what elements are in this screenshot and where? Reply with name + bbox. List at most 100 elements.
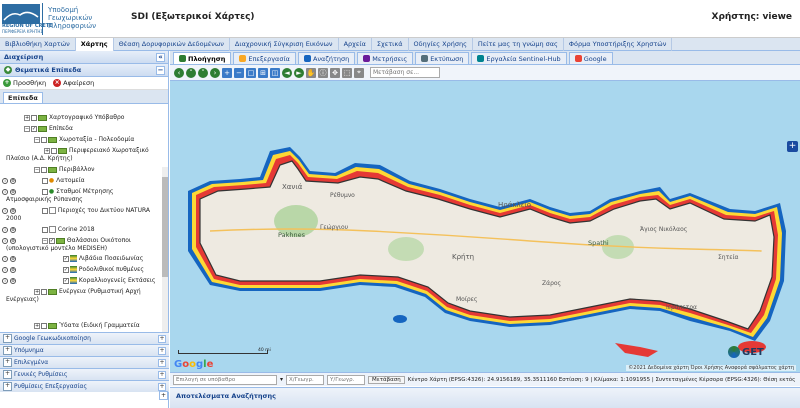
- layer-checkbox[interactable]: [31, 114, 37, 121]
- dropdown-arrow-icon[interactable]: ▾: [280, 376, 283, 383]
- info-icon[interactable]: i: [2, 226, 8, 233]
- tree-node-environment[interactable]: − Περιβάλλον: [34, 166, 95, 173]
- layer-checkbox[interactable]: ✓: [62, 277, 69, 284]
- scroll-thumb[interactable]: [162, 177, 168, 277]
- expand-section-button[interactable]: +: [158, 347, 166, 355]
- layer-checkbox[interactable]: ✓: [62, 266, 69, 273]
- tree-node-basemaps[interactable]: + Χαρτογραφικό Υπόβαθρο: [24, 114, 124, 121]
- expand-icon[interactable]: +: [44, 147, 50, 154]
- tree-node-coralligenous[interactable]: i ⚙ ✓ Κοραλλιογενείς Εκτάσεις: [2, 277, 155, 284]
- menu-item[interactable]: Βιβλιοθήκη Χαρτών: [0, 38, 76, 51]
- layer-checkbox[interactable]: [41, 177, 48, 184]
- settings-icon[interactable]: ⚙: [10, 177, 16, 184]
- crete-map-svg[interactable]: Χανιά Pakhnes Ρέθυμνο Ηράκλειο Γεώργιου …: [170, 81, 800, 372]
- tree-node-stations[interactable]: i ⚙ ● Σταθμοί Μέτρησης: [2, 188, 113, 195]
- tree-node-quarries[interactable]: i ⚙ ● Λατομεία: [2, 177, 85, 184]
- map-tab[interactable]: Πλοήγηση: [173, 52, 232, 64]
- layer-checkbox[interactable]: [41, 288, 47, 295]
- accordion-section[interactable]: Υπόμνημα +: [0, 344, 169, 356]
- accordion-section[interactable]: Google Γεωκωδικοποίηση +: [0, 332, 169, 344]
- tree-node-natura[interactable]: i ⚙ Περιοχές του Δικτύου NATURA: [2, 207, 150, 214]
- zoom-box-icon[interactable]: □: [246, 67, 256, 78]
- layer-checkbox[interactable]: [41, 166, 47, 173]
- x-coordinate-input[interactable]: [286, 374, 325, 385]
- tree-node-zoning[interactable]: − Χωροταξία - Πολεοδομία: [34, 136, 134, 143]
- collapse-icon[interactable]: −: [24, 125, 30, 132]
- pan-hand-icon[interactable]: ✋: [306, 67, 316, 78]
- map-tab[interactable]: Επεξεργασία: [233, 52, 296, 64]
- settings-icon[interactable]: ⚙: [10, 237, 16, 244]
- goto-button[interactable]: Μετάβαση: [368, 375, 405, 384]
- collapse-icon[interactable]: −: [34, 136, 40, 143]
- expand-section-button[interactable]: +: [158, 371, 166, 379]
- collapse-left-panel-button[interactable]: «: [156, 53, 165, 62]
- map-tab[interactable]: Εκτύπωση: [415, 52, 470, 64]
- tab-layers[interactable]: Επίπεδα: [3, 92, 43, 103]
- info-icon[interactable]: i: [2, 255, 8, 262]
- menu-item[interactable]: Θέαση Δορυφορικών Δεδομένων: [114, 38, 230, 51]
- pan-up-icon[interactable]: ˄: [186, 67, 196, 78]
- pan-left-icon[interactable]: ‹: [174, 67, 184, 78]
- previous-view-icon[interactable]: ◄: [282, 67, 292, 78]
- collapse-layers-button[interactable]: −: [156, 66, 165, 75]
- settings-icon[interactable]: ⚙: [10, 255, 16, 262]
- zoom-layer-icon[interactable]: ◫: [270, 67, 280, 78]
- map-tab[interactable]: Μετρήσεις: [357, 52, 414, 64]
- settings-icon[interactable]: ⚙: [10, 207, 16, 214]
- menu-item[interactable]: Οδηγίες Χρήσης: [409, 38, 473, 51]
- expand-section-button[interactable]: +: [158, 335, 166, 343]
- zoom-in-icon[interactable]: +: [222, 67, 232, 78]
- map-attribution[interactable]: ©2021 Δεδομένα χάρτη Όροι Χρήσης Αναφορά…: [626, 365, 796, 371]
- layer-checkbox[interactable]: [41, 226, 48, 233]
- menu-item[interactable]: Πείτε μας τη γνώμη σας: [473, 38, 564, 51]
- settings-icon[interactable]: ⚙: [10, 266, 16, 273]
- select-tool-icon[interactable]: ⬚: [342, 67, 352, 78]
- accordion-section[interactable]: Επιλεγμένα +: [0, 356, 169, 368]
- accordion-section[interactable]: Γενικές Ρυθμίσεις +: [0, 368, 169, 380]
- info-icon[interactable]: i: [2, 177, 8, 184]
- menu-item[interactable]: Σχετικά: [372, 38, 409, 51]
- layer-checkbox[interactable]: [41, 322, 47, 329]
- add-layer-button[interactable]: + Προσθήκη: [3, 79, 46, 87]
- expand-icon[interactable]: +: [34, 288, 40, 295]
- menu-item[interactable]: Αρχεία: [339, 38, 372, 51]
- layer-checkbox[interactable]: [41, 188, 48, 195]
- tree-node-marine-habitats[interactable]: i ⚙ − ✓ Θαλάσσιοι Οικότοποι: [2, 237, 131, 244]
- remove-layer-button[interactable]: × Αφαίρεση: [53, 79, 94, 87]
- expand-icon[interactable]: +: [34, 322, 40, 329]
- map-goto-input[interactable]: [370, 67, 440, 78]
- menu-item[interactable]: Χάρτης: [75, 38, 114, 51]
- settings-icon[interactable]: ⚙: [10, 226, 16, 233]
- tree-node-water[interactable]: + Ύδατα (Ειδική Γραμματεία: [34, 322, 140, 329]
- tree-node-rsfp[interactable]: + Περιφερειακό Χωροταξικό: [44, 147, 149, 154]
- tree-node-corine[interactable]: i ⚙ Corine 2018: [2, 226, 95, 233]
- layer-checkbox[interactable]: ✓: [31, 125, 37, 132]
- tree-node-energy[interactable]: + Ενέργεια (Ρυθμιστική Αρχή: [34, 288, 141, 295]
- layer-checkbox[interactable]: [51, 147, 57, 154]
- expand-section-button[interactable]: +: [158, 359, 166, 367]
- user-label[interactable]: Χρήστης: viewe: [712, 12, 793, 22]
- collapse-icon[interactable]: −: [34, 166, 40, 173]
- expand-icon[interactable]: +: [24, 114, 30, 121]
- menu-item[interactable]: Διαχρονική Σύγκριση Εικόνων: [230, 38, 339, 51]
- map-tab[interactable]: Εργαλεία Sentinel-Hub: [471, 52, 567, 64]
- info-tool-icon[interactable]: ⓘ: [318, 67, 328, 78]
- search-results-panel[interactable]: Αποτελέσματα Αναζήτησης: [170, 387, 800, 408]
- settings-icon[interactable]: ⚙: [10, 277, 16, 284]
- pan-right-icon[interactable]: ›: [210, 67, 220, 78]
- tree-node-layers[interactable]: − ✓ Επίπεδα: [24, 125, 73, 132]
- zoom-extent-icon[interactable]: ⊞: [258, 67, 268, 78]
- measure-tool-icon[interactable]: ✥: [330, 67, 340, 78]
- layer-checkbox[interactable]: [41, 207, 48, 214]
- info-icon[interactable]: i: [2, 237, 8, 244]
- info-icon[interactable]: i: [2, 266, 8, 273]
- results-toggle-button[interactable]: +: [159, 391, 168, 400]
- collapse-icon[interactable]: −: [41, 237, 48, 244]
- settings-icon[interactable]: ⚙: [10, 188, 16, 195]
- menu-item[interactable]: Φόρμα Υποστήριξης Χρηστών: [564, 38, 673, 51]
- y-coordinate-input[interactable]: [327, 374, 366, 385]
- pan-down-icon[interactable]: ˅: [198, 67, 208, 78]
- accordion-section[interactable]: Ρυθμίσεις Επεξεργασίας +: [0, 380, 169, 392]
- map-zoom-in-button[interactable]: +: [787, 141, 798, 152]
- zoom-out-icon[interactable]: −: [234, 67, 244, 78]
